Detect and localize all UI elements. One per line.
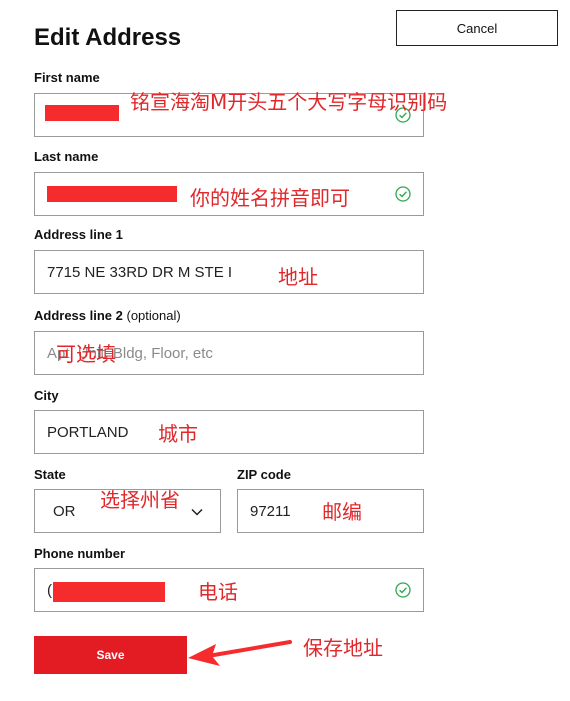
- annotation-city: 城市: [158, 422, 198, 446]
- optional-tag: (optional): [126, 308, 181, 323]
- annotation-phone: 电话: [198, 580, 238, 604]
- page-title: Edit Address: [34, 24, 182, 51]
- state-value: OR: [53, 503, 76, 520]
- city-label: City: [34, 388, 59, 403]
- address1-value: 7715 NE 33RD DR M STE I: [47, 264, 233, 281]
- check-circle-icon: [395, 582, 411, 598]
- annotation-zip: 邮编: [322, 500, 362, 524]
- zip-label: ZIP code: [237, 467, 291, 482]
- chevron-down-icon: [191, 508, 203, 516]
- arrow-annotation-icon: [188, 640, 292, 666]
- annotation-first-name: 铭宣海淘M开头五个大写字母识别码: [130, 90, 448, 114]
- annotation-address2: 可选填: [56, 342, 116, 366]
- annotation-address1: 地址: [278, 265, 318, 289]
- city-value: PORTLAND: [47, 424, 129, 441]
- city-input[interactable]: PORTLAND: [34, 410, 424, 454]
- first-name-label: First name: [34, 70, 100, 85]
- state-label: State: [34, 467, 66, 482]
- phone-label: Phone number: [34, 546, 126, 561]
- annotation-state: 选择州省: [100, 488, 180, 512]
- redaction-mark: [45, 105, 119, 121]
- annotation-save: 保存地址: [303, 636, 383, 660]
- address2-label-text: Address line 2: [34, 308, 123, 323]
- redaction-mark: [53, 582, 165, 602]
- address2-label: Address line 2 (optional): [34, 308, 181, 323]
- annotation-last-name: 你的姓名拼音即可: [190, 186, 350, 210]
- cancel-button[interactable]: Cancel: [396, 10, 558, 46]
- last-name-label: Last name: [34, 149, 99, 164]
- address1-input[interactable]: 7715 NE 33RD DR M STE I: [34, 250, 424, 294]
- check-circle-icon: [395, 186, 411, 202]
- redaction-mark: [47, 186, 177, 202]
- address1-label: Address line 1: [34, 227, 123, 242]
- phone-value: (: [47, 582, 52, 599]
- save-button[interactable]: Save: [34, 636, 187, 674]
- zip-value: 97211: [250, 503, 291, 520]
